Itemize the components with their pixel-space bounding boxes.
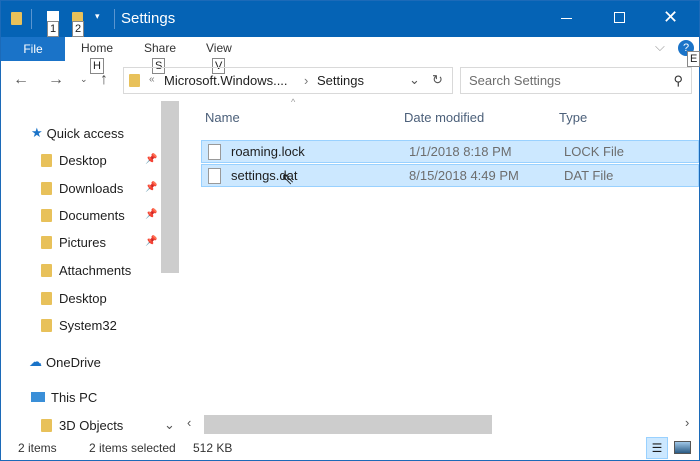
forward-button[interactable]: →: [48, 71, 64, 89]
cloud-icon: ☁: [29, 354, 42, 369]
file-name: settings.dat: [231, 168, 298, 183]
status-item-count: 2 items: [18, 441, 57, 455]
breadcrumb-segment[interactable]: Settings: [317, 73, 364, 88]
address-bar[interactable]: « Microsoft.Windows.... › Settings ⌄ ↻: [123, 67, 453, 94]
pin-icon[interactable]: 📌: [145, 154, 157, 165]
file-type: LOCK File: [564, 144, 624, 159]
mouse-cursor-icon: ⇖: [281, 171, 295, 188]
nav-label: 3D Objects: [59, 417, 124, 433]
folder-icon: [129, 74, 140, 87]
folder-icon: [41, 208, 52, 222]
file-row[interactable]: settings.dat 8/15/2018 4:49 PM DAT File: [201, 164, 699, 187]
nav-attachments[interactable]: Attachments: [41, 259, 131, 281]
nav-label: System32: [59, 317, 117, 333]
tab-home[interactable]: Home: [81, 41, 113, 55]
tab-view[interactable]: View: [206, 41, 232, 55]
nav-label: Documents: [59, 207, 125, 223]
nav-3d-objects[interactable]: 3D Objects: [41, 414, 123, 436]
column-header-type[interactable]: Type: [559, 110, 587, 125]
tab-share[interactable]: Share: [144, 41, 176, 55]
key-tip-e: E: [687, 51, 700, 67]
nav-downloads[interactable]: Downloads: [41, 177, 123, 199]
scroll-right-icon[interactable]: ›: [685, 415, 689, 430]
file-name: roaming.lock: [231, 144, 305, 159]
folder-icon: [41, 181, 52, 195]
nav-onedrive[interactable]: ☁ OneDrive: [29, 351, 101, 373]
sort-ascending-icon: ^: [291, 97, 296, 107]
scroll-left-icon[interactable]: ‹: [187, 415, 191, 430]
column-header-name[interactable]: Name: [205, 110, 240, 125]
back-button[interactable]: ←: [13, 71, 29, 89]
overflow-chevron[interactable]: «: [149, 74, 155, 85]
nav-label: Downloads: [59, 180, 124, 196]
folder-icon: [41, 418, 52, 432]
divider: [31, 9, 32, 29]
details-view-button[interactable]: ☰: [646, 437, 668, 459]
divider: [114, 9, 115, 29]
file-type: DAT File: [564, 168, 614, 183]
horizontal-scrollbar-thumb[interactable]: [204, 415, 492, 434]
star-icon: ★: [31, 125, 43, 140]
nav-label: Desktop: [59, 152, 107, 168]
nav-system32[interactable]: System32: [41, 314, 117, 336]
nav-label: This PC: [51, 389, 98, 405]
computer-icon: [31, 392, 45, 402]
pin-icon[interactable]: 📌: [145, 209, 157, 220]
title-bar: 1 2 ▾ Settings ✕: [1, 1, 699, 37]
file-date: 1/1/2018 8:18 PM: [409, 144, 512, 159]
nav-label: Attachments: [59, 262, 132, 278]
large-icons-view-button[interactable]: [674, 441, 691, 454]
folder-icon: [41, 153, 52, 167]
nav-label: Quick access: [46, 125, 124, 141]
nav-label: Desktop: [59, 290, 107, 306]
maximize-button[interactable]: [614, 12, 625, 23]
pin-icon[interactable]: 📌: [145, 182, 157, 193]
folder-icon: [41, 291, 52, 305]
expand-ribbon-icon[interactable]: ⌵: [655, 39, 665, 55]
refresh-icon[interactable]: ↻: [432, 72, 443, 88]
file-row[interactable]: roaming.lock 1/1/2018 8:18 PM LOCK File: [201, 140, 699, 163]
folder-icon: [11, 12, 22, 25]
breadcrumb-segment[interactable]: Microsoft.Windows....: [164, 73, 288, 88]
file-icon: [208, 167, 221, 184]
up-button[interactable]: ↑: [100, 71, 108, 89]
nav-documents[interactable]: Documents: [41, 204, 125, 226]
status-size: 512 KB: [193, 441, 233, 455]
folder-icon: [41, 318, 52, 332]
tab-file[interactable]: File: [1, 37, 65, 61]
chevron-right-icon[interactable]: ›: [304, 73, 308, 88]
search-input[interactable]: Search Settings ⚲: [460, 67, 692, 94]
scroll-down-icon[interactable]: ⌄: [164, 417, 175, 433]
search-placeholder: Search Settings: [469, 73, 561, 88]
pin-icon[interactable]: 📌: [145, 236, 157, 247]
qat-dropdown-icon[interactable]: ▾: [95, 11, 100, 22]
qat-key-1: 1: [47, 21, 60, 37]
column-header-date[interactable]: Date modified: [404, 110, 484, 125]
nav-desktop[interactable]: Desktop: [41, 149, 107, 171]
status-selected-count: 2 items selected: [89, 441, 176, 455]
nav-pictures[interactable]: Pictures: [41, 231, 106, 253]
nav-desktop-2[interactable]: Desktop: [41, 287, 107, 309]
file-icon: [208, 143, 221, 160]
nav-label: Pictures: [59, 234, 106, 250]
ribbon-tabs: File Home H Share S View V ⌵ ? E: [1, 37, 700, 74]
window-title: Settings: [121, 10, 176, 27]
folder-icon: [41, 263, 52, 277]
nav-scrollbar-thumb[interactable]: [161, 101, 179, 273]
nav-label: OneDrive: [46, 354, 101, 370]
file-date: 8/15/2018 4:49 PM: [409, 168, 519, 183]
search-icon: ⚲: [673, 73, 683, 88]
qat-key-2: 2: [72, 21, 85, 37]
close-button[interactable]: ✕: [663, 7, 678, 28]
minimize-button[interactable]: [561, 18, 572, 19]
nav-this-pc[interactable]: This PC: [31, 386, 97, 408]
address-dropdown-icon[interactable]: ⌄: [409, 72, 420, 88]
recent-locations-icon[interactable]: ⌄: [80, 74, 88, 85]
folder-icon: [41, 235, 52, 249]
nav-quick-access[interactable]: ★ Quick access: [31, 122, 124, 144]
